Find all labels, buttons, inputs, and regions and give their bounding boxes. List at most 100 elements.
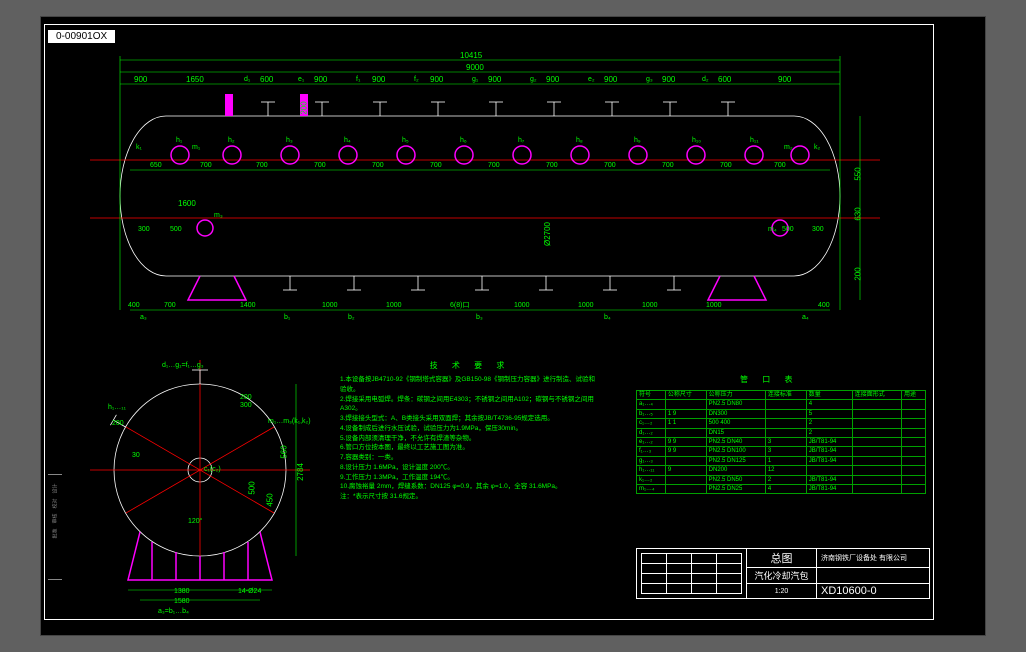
h3: h₃ [286,137,293,144]
dim-seg9: 900 [662,76,675,84]
b3: b₃ [476,314,483,321]
b-s2: 1000 [386,302,402,309]
dim-i8: 700 [604,162,616,169]
b-s3: 1000 [514,302,530,309]
b-s4: 1000 [578,302,594,309]
noz-e2: e₂ [588,76,595,83]
note-3: 3.焊接接头型式：A、B类接头采用双面焊；其余按JB/T4736-95规定选用。 [340,414,600,424]
note-2: 2.焊接采用电弧焊。焊条：碳钢之间用E4303；不锈钢之间用A102；碳钢与不锈… [340,395,600,415]
dim-seg2: 600 [260,76,273,84]
dim-v630: 630 [855,207,863,220]
nozzle-table-title: 管 口 表 [740,376,798,384]
h11: h₁₁ [750,137,759,144]
b-400r: 400 [818,302,830,309]
m1: m₁ [192,144,200,151]
sec-120: 120° [188,518,202,525]
note-7: 7.容器类别：一类。 [340,453,600,463]
dim-i7: 700 [546,162,558,169]
tech-req-title: 技 术 要 求 [340,360,600,372]
dim-i11: 700 [774,162,786,169]
sec-1580: 1580 [174,598,190,605]
dim-i1: 700 [200,162,212,169]
dwg-number: XD10600-0 [817,584,930,599]
sec-300: 300 [240,402,252,409]
b-700: 700 [164,302,176,309]
dim-i0: 650 [150,162,162,169]
noz-d2: d₂ [702,76,709,83]
dim-dia: Ø2700 [544,222,552,246]
note-6: 6.管口方位按本图，最终以工艺施工图为准。 [340,443,600,453]
scale: 1:20 [747,584,817,599]
b-400l: 400 [128,302,140,309]
lbl-m4: m₄ [768,226,777,233]
b-leg: 6(8)口 [450,302,469,309]
sec-bolt: 14-Ø24 [238,588,261,595]
b-s6: 1000 [706,302,722,309]
dim-seg3: 900 [314,76,327,84]
sec-2784: 2784 [297,463,305,481]
note-1: 1.本设备按JB4710-92《钢制塔式容器》及GB150-98《钢制压力容器》… [340,375,600,395]
note-4: 4.设备制成后进行水压试验，试验压力为1.9MPa，保压30min。 [340,424,600,434]
dim-300r: 300 [812,226,824,233]
dim-500r: 500 [782,226,794,233]
rev-d: 批准 [52,525,59,539]
m2: m₂ [784,144,793,151]
a4: a₄ [802,314,809,321]
dim-500l: 500 [170,226,182,233]
title-sub: 汽化冷却汽包 [747,568,817,584]
rev-a: 设计 [52,480,59,494]
revision-strip: 设计 校对 审核 批准 [48,474,62,580]
sec-center: c₁(c₂) [204,466,221,473]
dim-second: 9000 [466,64,484,72]
m3: m₃ [214,212,223,219]
dim-v200: 200 [301,101,309,114]
b-s5: 1000 [642,302,658,309]
h6: h₆ [460,137,467,144]
dim-i2: 700 [256,162,268,169]
dim-seg1: 1650 [186,76,204,84]
a3: a₃ [140,314,147,321]
sec-top: d₁…g₁=f₁…g₃ [162,362,204,369]
dim-seg0: 900 [134,76,147,84]
sec-m: m₁…m₃(k₁,k₂) [268,418,311,425]
tech-req-block: 技 术 要 求 1.本设备按JB4710-92《钢制塔式容器》及GB150-98… [340,360,600,502]
rev-c: 审核 [52,510,59,524]
dim-i9: 700 [662,162,674,169]
noz-d1: d₁ [244,76,250,83]
dim-i4: 700 [372,162,384,169]
noz-f1: f₁ [356,76,360,83]
note-5: 5.设备内部须清理干净，不允许有焊渣等杂物。 [340,434,600,444]
dim-300l: 300 [138,226,150,233]
noz-g1: g₁ [472,76,478,83]
b-s0: 1400 [240,302,256,309]
dim-seg7: 900 [546,76,559,84]
sec-1380: 1380 [174,588,190,595]
dim-seg8: 900 [604,76,617,84]
note-8: 8.设计压力 1.6MPa，设计温度 200℃。 [340,463,600,473]
noz-g3: g₃ [646,76,653,83]
sec-560: 560 [281,445,289,458]
dim-seg4: 900 [372,76,385,84]
h9: h₉ [634,137,641,144]
h2: h₂ [228,137,235,144]
dim-seg11: 900 [778,76,791,84]
dim-v200b: 200 [855,267,863,280]
dim-overall: 10415 [460,52,482,60]
title-block: 总图 济南钢铁厂设备处 有限公司 汽化冷却汽包 1:20 XD10600-0 [636,548,930,599]
h10: h₁₀ [692,137,701,144]
k2: k₂ [814,144,820,151]
title-main: 总图 [747,549,817,568]
sec-mirror: a₃=b₁…b₄ [158,608,189,615]
dim-i3: 700 [314,162,326,169]
b2: b₂ [348,314,355,321]
dim-seg10: 600 [718,76,731,84]
sec-500: 500 [249,481,257,494]
company: 济南钢铁厂设备处 有限公司 [817,549,930,568]
note-10: 10.腐蚀裕量 2mm，焊缝系数：DN125 φ=0.9，其余 φ=1.0，全容… [340,482,600,492]
dim-i5: 700 [430,162,442,169]
sec-200a: 200 [112,420,124,427]
note-11: 注：*表示尺寸按 31.6规定。 [340,492,600,502]
sec-30: 30 [132,452,140,459]
dim-seg6: 900 [488,76,501,84]
dim-v550: 550 [855,167,863,180]
